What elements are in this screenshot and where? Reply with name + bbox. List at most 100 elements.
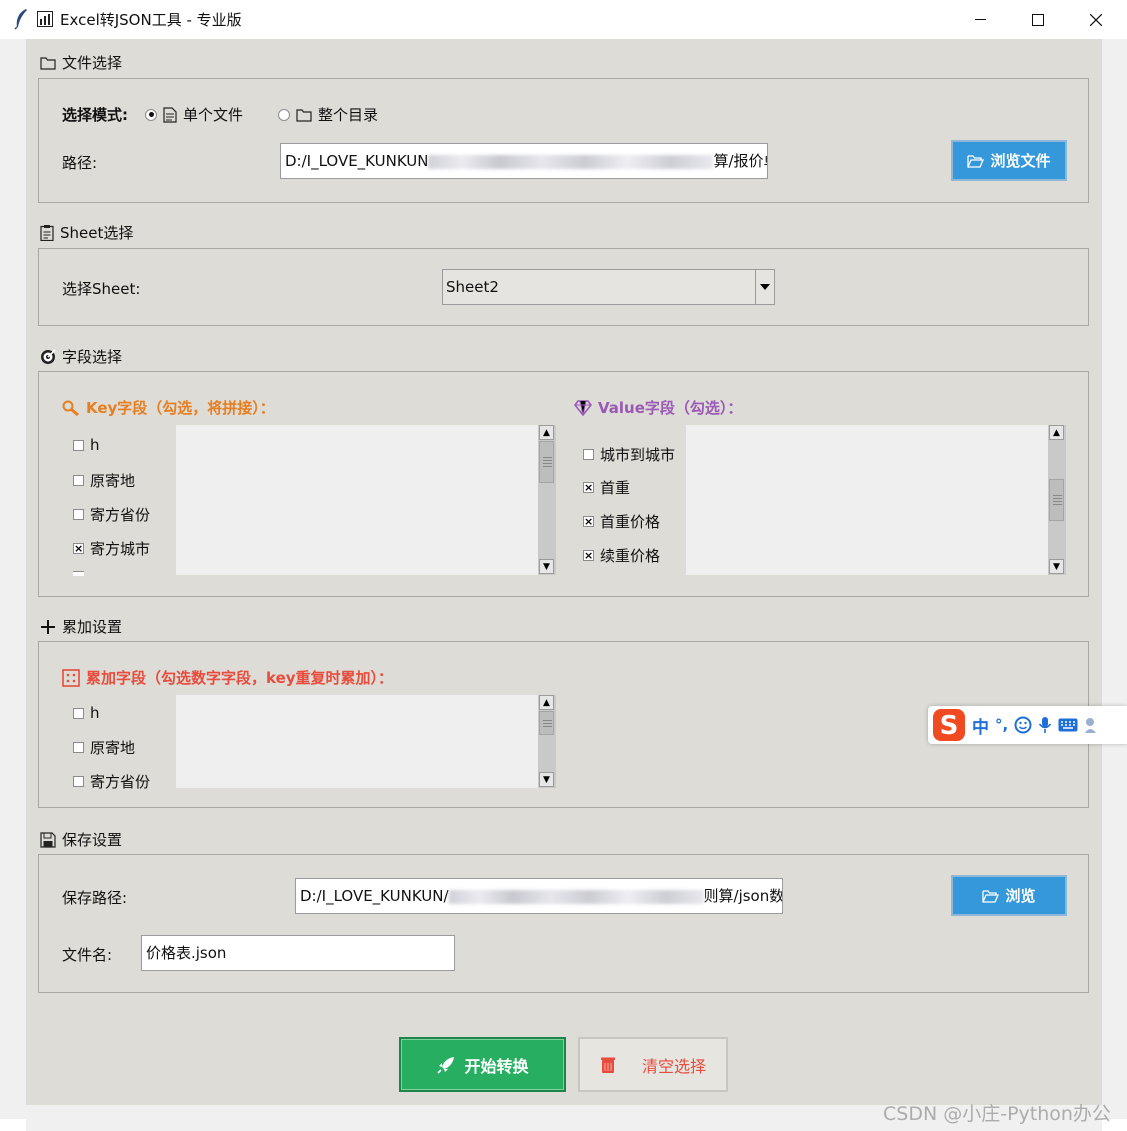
checkbox[interactable] [73, 475, 84, 486]
skin-icon[interactable] [1084, 716, 1098, 734]
scroll-thumb[interactable] [539, 711, 554, 735]
key-field-label: 寄方城市 [90, 540, 151, 558]
window-border-left [0, 39, 26, 1119]
accum-fields-scrollbar[interactable]: ▲ ▼ [538, 695, 556, 788]
save-path-suffix: 则算/json数 [703, 887, 783, 905]
key-field-item[interactable]: 寄方省份 [73, 504, 150, 525]
title-bar: Excel转JSON工具 - 专业版 [0, 0, 1127, 39]
file-section-label: 文件选择 [62, 54, 123, 72]
target-icon [41, 348, 56, 364]
save-section-label: 保存设置 [62, 831, 123, 849]
mode-directory-label: 整个目录 [318, 106, 379, 124]
path-suffix: 算/报价单 [713, 152, 767, 170]
key-fields-scrollbar[interactable]: ▲ ▼ [538, 425, 556, 575]
value-field-label: 首重价格 [600, 513, 661, 531]
accum-field-item[interactable]: 寄方省份 [73, 771, 150, 792]
scroll-thumb[interactable] [1049, 479, 1064, 521]
checkbox-checked[interactable]: × [583, 482, 594, 493]
path-input[interactable]: D:/I_LOVE_KUNKUN 算/报价单 [280, 143, 768, 179]
scroll-up-button[interactable]: ▲ [1049, 425, 1064, 440]
microphone-icon[interactable] [1038, 716, 1052, 734]
value-field-item[interactable]: 城市到城市 [583, 444, 675, 465]
floppy-disk-icon [40, 831, 56, 848]
close-icon [1090, 13, 1102, 26]
accum-field-item[interactable]: 原寄地 [73, 737, 135, 758]
ime-punct-toggle[interactable]: °, [995, 716, 1008, 734]
ime-toolbar[interactable]: S 中 °, [928, 706, 1127, 744]
sheet-section-title: Sheet选择 [40, 222, 133, 243]
key-field-item[interactable]: 原寄地 [73, 470, 135, 491]
checkbox-checked[interactable]: × [583, 550, 594, 561]
value-fields-list[interactable]: 城市到城市 × 首重 × 首重价格 × 续重价格 [571, 425, 1048, 575]
rocket-icon [437, 1056, 455, 1074]
maximize-button[interactable] [1009, 0, 1067, 39]
sheet-dropdown-button[interactable] [755, 270, 774, 304]
abacus-icon [62, 668, 80, 687]
key-field-label: 原寄地 [90, 472, 136, 490]
scroll-down-button[interactable]: ▼ [1049, 559, 1064, 574]
smiley-icon[interactable] [1014, 716, 1032, 734]
mode-single-label: 单个文件 [183, 106, 244, 124]
scroll-up-button[interactable]: ▲ [539, 425, 554, 440]
filename-input[interactable]: 价格表.json [141, 935, 455, 971]
path-prefix: D:/I_LOVE_KUNKUN [285, 152, 429, 170]
watermark: CSDN @小庄-Python办公 [883, 1103, 1111, 1125]
checkbox-checked[interactable]: × [583, 516, 594, 527]
open-folder-icon [967, 154, 985, 168]
accum-field-label: 寄方省份 [90, 773, 151, 791]
accum-fields-label: 累加字段（勾选数字字段，key重复时累加）： [86, 669, 394, 687]
radio-directory[interactable] [278, 108, 290, 121]
key-field-label: 寄方省份 [90, 506, 151, 524]
bar-chart-icon [37, 11, 53, 27]
accum-fields-title: 累加字段（勾选数字字段，key重复时累加）： [62, 667, 393, 688]
scroll-thumb[interactable] [539, 441, 554, 483]
checkbox[interactable] [583, 449, 594, 460]
checkbox[interactable] [73, 439, 84, 451]
checkbox[interactable] [73, 509, 84, 520]
value-field-item[interactable]: × 首重 [583, 477, 630, 498]
value-field-label: 续重价格 [600, 547, 661, 565]
key-field-item[interactable]: × 寄方城市 [73, 538, 150, 559]
browse-save-button[interactable]: 浏览 [951, 875, 1067, 916]
folder-icon [296, 108, 312, 122]
accum-fields-list[interactable]: h 原寄地 寄方省份 [61, 695, 538, 791]
value-field-item[interactable]: × 首重价格 [583, 511, 660, 532]
key-field-label: h [90, 436, 100, 454]
checkbox[interactable] [73, 776, 84, 787]
scroll-up-button[interactable]: ▲ [539, 695, 554, 710]
radio-single-file[interactable] [145, 108, 157, 121]
trash-icon [600, 1057, 615, 1073]
scroll-down-button[interactable]: ▼ [539, 559, 554, 574]
svg-text:S: S [940, 711, 959, 741]
sheet-section-label: Sheet选择 [60, 224, 134, 242]
ime-lang-toggle[interactable]: 中 [972, 713, 989, 738]
browse-file-button[interactable]: 浏览文件 [951, 140, 1067, 181]
clear-label: 清空选择 [641, 1056, 706, 1076]
key-fields-title: Key字段（勾选，将拼接）： [62, 397, 275, 418]
key-fields-list[interactable]: h 原寄地 寄方省份 × 寄方城市 [61, 425, 538, 576]
key-fields-label: Key字段（勾选，将拼接）： [86, 399, 275, 417]
sheet-select[interactable]: Sheet2 [442, 269, 775, 305]
accum-field-label: 原寄地 [90, 739, 136, 757]
checkbox[interactable] [73, 742, 84, 753]
convert-button[interactable]: 开始转换 [399, 1037, 566, 1092]
close-button[interactable] [1067, 0, 1125, 39]
save-path-input[interactable]: D:/I_LOVE_KUNKUN/则算/json数 [295, 878, 783, 914]
field-section-label: 字段选择 [62, 348, 123, 366]
sheet-select-value: Sheet2 [446, 278, 499, 296]
checkbox[interactable] [73, 707, 84, 719]
clear-button[interactable]: 清空选择 [578, 1037, 728, 1092]
key-field-item[interactable]: h [73, 436, 100, 454]
save-path-redacted [448, 889, 704, 904]
minimize-icon [974, 19, 986, 20]
browse-save-label: 浏览 [1005, 887, 1036, 905]
value-field-item[interactable]: × 续重价格 [583, 545, 660, 566]
minimize-button[interactable] [951, 0, 1009, 39]
keyboard-icon[interactable] [1058, 718, 1078, 732]
accum-field-item[interactable]: h [73, 704, 100, 722]
checkbox-checked[interactable]: × [73, 543, 84, 554]
mode-option-single-file[interactable]: 单个文件 [145, 104, 243, 125]
scroll-down-button[interactable]: ▼ [539, 772, 554, 787]
mode-option-directory[interactable]: 整个目录 [278, 104, 378, 125]
value-fields-scrollbar[interactable]: ▲ ▼ [1048, 425, 1066, 575]
